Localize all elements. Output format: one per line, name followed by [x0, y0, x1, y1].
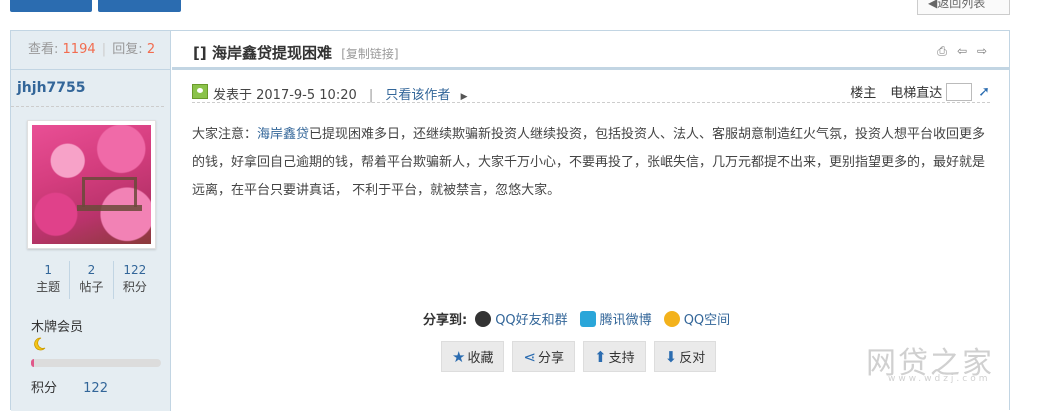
post-actions: ★ 收藏 ⋖ 分享 ⬆ 支持 ⬇ 反对 [441, 341, 717, 372]
title-prefix: [] [193, 44, 207, 62]
stat-value: 2 [87, 263, 96, 277]
rank-progress-fill [31, 359, 34, 367]
triangle-right-icon: ▶ [460, 92, 468, 102]
post-meta: 发表于 2017-9-5 10:20 | 只看该作者 ▶ 楼主 电梯直达 ➚ [192, 81, 990, 103]
floor-tools: 楼主 电梯直达 ➚ [850, 82, 990, 101]
support-label: 支持 [608, 351, 635, 366]
share-icon: ⋖ [523, 347, 537, 366]
author-sidebar: 查看: 1194 | 回复: 2 jhjh7755 1 主题 2 帖子 122 [11, 31, 171, 411]
post-content: 大家注意：海岸鑫贷已提现困难多日，还继续欺骗新投资人继续投资，包括投资人、法人、… [192, 121, 992, 205]
thumb-down-icon: ⬇ [664, 347, 678, 366]
replies-count: 2 [146, 42, 156, 57]
oppose-button[interactable]: ⬇ 反对 [653, 341, 717, 372]
author-stats: 1 主题 2 帖子 122 积分 [27, 261, 156, 299]
meta-separator: | [368, 88, 374, 103]
new-post-button[interactable] [10, 0, 92, 12]
moon-icon [34, 337, 46, 351]
go-arrow-icon[interactable]: ➚ [978, 84, 990, 100]
bench-seat-shape [77, 205, 142, 211]
only-author-link[interactable]: 只看该作者 [385, 88, 450, 103]
score-row: 积分 122 [31, 377, 108, 396]
online-status-icon [192, 84, 208, 99]
floor-label: 楼主 [850, 86, 877, 101]
reply-button[interactable] [98, 0, 181, 12]
content-body: 已提现困难多日，还继续欺骗新投资人继续投资，包括投资人、法人、客服胡意制造红火气… [192, 127, 986, 198]
tencent-weibo-icon [579, 310, 596, 327]
avatar[interactable] [27, 120, 156, 249]
qzone-icon [663, 310, 680, 327]
post-info: 发表于 2017-9-5 10:20 | 只看该作者 ▶ [213, 84, 468, 103]
page-title: [] 海岸鑫贷提现困难 [复制链接] [193, 42, 399, 63]
share-label: 分享到: [423, 313, 468, 328]
stat-points[interactable]: 122 积分 [114, 261, 156, 299]
stat-value: 1 [44, 263, 52, 277]
title-tools: ⎙ ⇦ ⇨ [934, 44, 990, 59]
replies-label: 回复: [112, 42, 143, 57]
views-count: 1194 [62, 42, 96, 57]
stat-label: 积分 [122, 280, 147, 294]
favorite-label: 收藏 [467, 351, 494, 366]
prev-thread-icon[interactable]: ⇦ [954, 44, 970, 59]
share-button[interactable]: ⋖ 分享 [512, 341, 576, 372]
post-time: 发表于 2017-9-5 10:20 [213, 88, 357, 103]
post-frame: 查看: 1194 | 回复: 2 jhjh7755 1 主题 2 帖子 122 [10, 30, 1010, 411]
member-rank: 木牌会员 [31, 320, 84, 335]
score-label: 积分 [31, 381, 58, 396]
qq-icon [475, 310, 492, 327]
elevator-input[interactable] [946, 82, 973, 101]
share-qzone-label: QQ空间 [683, 313, 731, 328]
author-name[interactable]: jhjh7755 [11, 70, 164, 107]
stat-threads[interactable]: 1 主题 [27, 261, 71, 299]
share-qzone[interactable]: QQ空间 [663, 309, 731, 328]
rank-progress-bar [31, 359, 161, 367]
elevator-label: 电梯直达 [890, 86, 943, 101]
star-icon: ★ [452, 347, 466, 366]
views-label: 查看: [28, 42, 59, 57]
thread-title: 海岸鑫贷提现困难 [211, 44, 332, 62]
avatar-image [32, 125, 151, 244]
favorite-button[interactable]: ★ 收藏 [441, 341, 505, 372]
oppose-label: 反对 [679, 351, 706, 366]
stat-value: 122 [123, 263, 147, 277]
view-reply-counts: 查看: 1194 | 回复: 2 [11, 31, 170, 70]
content-keyword-link[interactable]: 海岸鑫贷 [257, 127, 309, 142]
site-watermark-url: www.wdzj.com [888, 374, 991, 384]
thumb-up-icon: ⬆ [594, 347, 607, 366]
share-weibo-label: 腾讯微博 [599, 313, 652, 328]
stat-posts[interactable]: 2 帖子 [70, 261, 114, 299]
share-bar: 分享到: QQ好友和群 腾讯微博 QQ空间 [423, 309, 742, 328]
stat-label: 帖子 [79, 280, 104, 294]
share-qq-label: QQ好友和群 [495, 313, 568, 328]
stat-label: 主题 [36, 280, 61, 294]
score-value[interactable]: 122 [83, 381, 108, 396]
counts-divider: | [101, 42, 107, 57]
share-button-label: 分享 [538, 351, 565, 366]
support-button[interactable]: ⬆ 支持 [583, 341, 646, 372]
back-to-list-button[interactable]: ◀返回列表 [917, 0, 1010, 15]
print-icon[interactable]: ⎙ [934, 44, 950, 59]
share-qq[interactable]: QQ好友和群 [475, 309, 568, 328]
bench-shape [82, 177, 137, 207]
title-row: [] 海岸鑫贷提现困难 [复制链接] ⎙ ⇦ ⇨ [172, 31, 1010, 70]
copy-link[interactable]: [复制链接] [341, 47, 398, 61]
content-lead: 大家注意： [192, 127, 258, 142]
next-thread-icon[interactable]: ⇨ [974, 44, 990, 59]
share-tencent-weibo[interactable]: 腾讯微博 [579, 309, 652, 328]
